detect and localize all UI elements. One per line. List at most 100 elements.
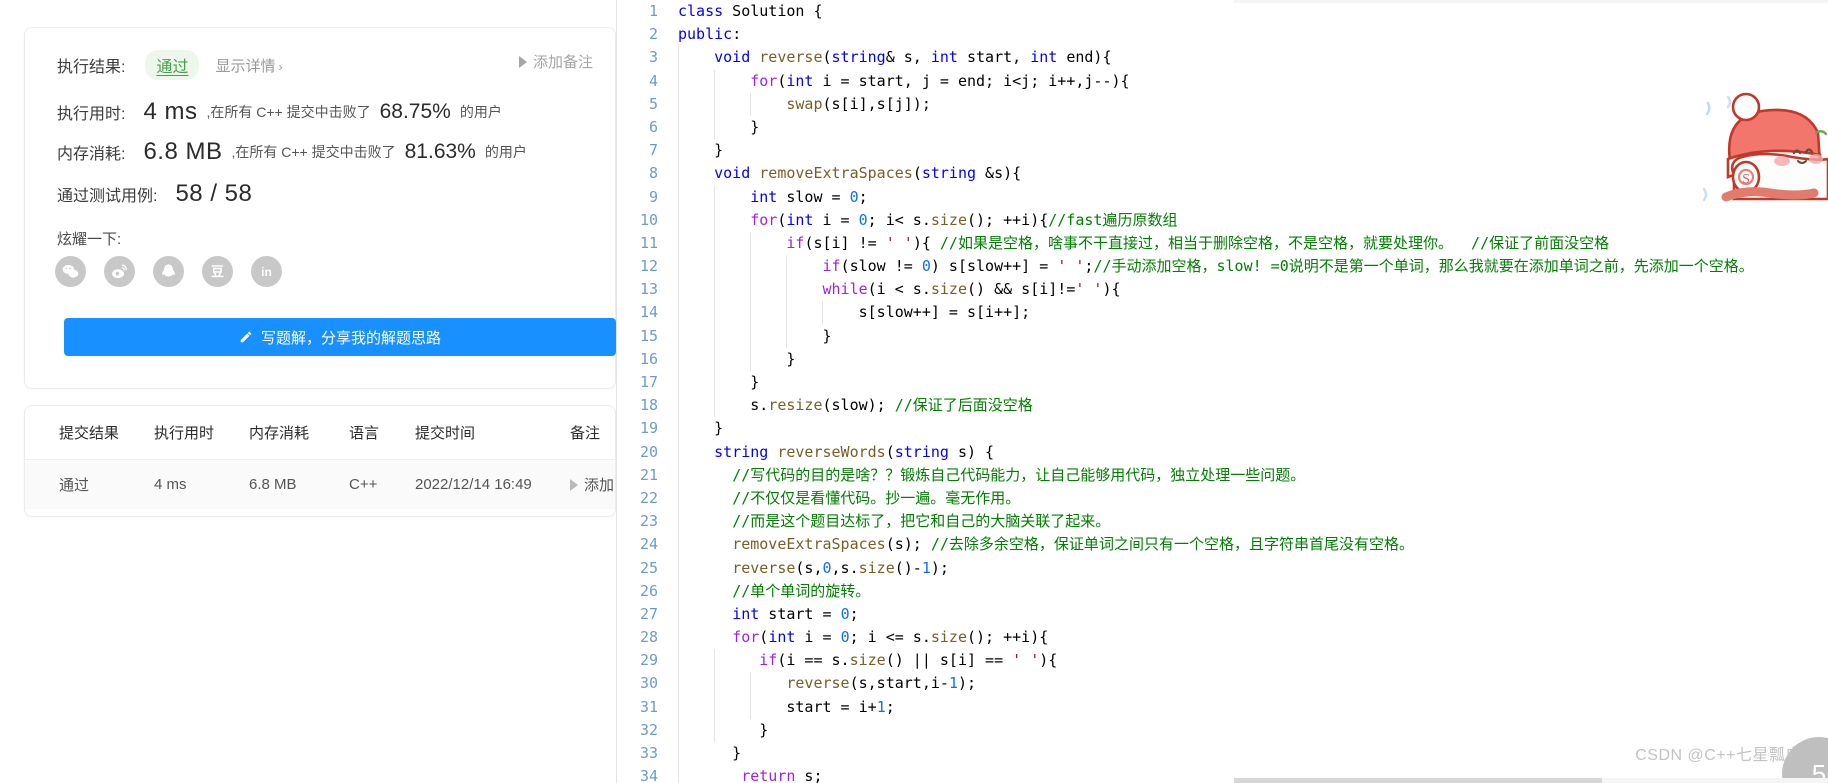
douban-share-icon[interactable]: 豆 [202,256,233,287]
code-line-text[interactable]: swap(s[i],s[j]); [669,92,1828,116]
code-line[interactable]: 28 for(int i = 0; i <= s.size(); ++i){ [617,626,1828,650]
qq-share-icon[interactable] [153,256,184,287]
code-line-text[interactable]: //写代码的目的是啥？？锻炼自己代码能力，让自己能够用代码，独立处理一些问题。 [669,463,1828,487]
cell-language: C++ [349,459,415,509]
code-line[interactable]: 23 //而是这个题目达标了，把它和自己的大脑关联了起来。 [617,510,1828,534]
testcase-value: 58 / 58 [175,180,253,207]
show-detail-label: 显示详情 [215,57,276,75]
cell-note-label: 添加 [584,477,615,494]
testcase-label: 通过测试用例: [57,188,158,205]
code-line-text[interactable]: } [669,139,1828,163]
write-solution-button[interactable]: 写题解，分享我的解题思路 [64,318,616,356]
code-line[interactable]: 16 } [617,347,1828,371]
code-line[interactable]: 19 } [617,417,1828,441]
code-line-text[interactable]: for(int i = 0; i <= s.size(); ++i){ [669,626,1828,650]
code-line-text[interactable]: int slow = 0; [669,185,1828,209]
code-line[interactable]: 17 } [617,371,1828,395]
col-header-time[interactable]: 提交时间 [415,406,570,460]
code-line[interactable]: 26 //单个单词的旋转。 [617,579,1828,603]
show-detail-link[interactable]: 显示详情 › [215,55,282,76]
line-number: 34 [639,767,658,783]
code-line[interactable]: 3 void reverse(string& s, int start, int… [617,46,1828,70]
line-number: 8 [648,164,658,183]
code-line[interactable]: 8 void removeExtraSpaces(string &s){ [617,162,1828,186]
code-line[interactable]: 24 removeExtraSpaces(s); //去除多余空格，保证单词之间… [617,533,1828,557]
code-line[interactable]: 29 if(i == s.size() || s[i] == ' '){ [617,649,1828,673]
runtime-label: 执行用时: [57,106,126,123]
code-line[interactable]: 15 } [617,324,1828,348]
cell-time: 2022/12/14 16:49 [415,459,570,509]
col-header-result[interactable]: 提交结果 [25,406,154,460]
code-line-text[interactable]: for(int i = start, j = end; i<j; i++,j--… [669,69,1828,93]
horizontal-scrollbar-thumb[interactable] [1234,778,1603,783]
code-line-text[interactable]: for(int i = 0; i< s.size(); ++i){//fast遍… [669,208,1828,232]
write-solution-label: 写题解，分享我的解题思路 [260,329,441,347]
code-line-text[interactable]: } [669,417,1828,441]
code-line[interactable]: 32 } [617,718,1828,742]
col-header-note[interactable]: 备注 [570,406,615,460]
code-line-text[interactable]: removeExtraSpaces(s); //去除多余空格，保证单词之间只有一… [669,533,1828,557]
code-line-text[interactable]: if(slow != 0) s[slow++] = ' ';//手动添加空格，s… [669,255,1828,279]
code-line[interactable]: 6 } [617,115,1828,140]
code-line-text[interactable]: while(i < s.size() && s[i]!=' '){ [669,278,1828,302]
code-line-text[interactable]: //不仅仅是看懂代码。抄一遍。毫无作用。 [669,486,1828,511]
code-line-text[interactable]: reverse(s,start,i-1); [669,672,1828,696]
code-line-text[interactable]: void reverse(string& s, int start, int e… [669,46,1828,70]
code-line[interactable]: 30 reverse(s,start,i-1); [617,672,1828,696]
code-line[interactable]: 18 s.resize(slow); //保证了后面没空格 [617,394,1828,418]
code-line[interactable]: 9 int slow = 0; [617,185,1828,209]
code-line[interactable]: 11 if(s[i] != ' '){ //如果是空格，啥事不干直接过，相当于删… [617,231,1828,256]
wechat-share-icon[interactable] [55,256,86,287]
table-row[interactable]: 通过 4 ms 6.8 MB C++ 2022/12/14 16:49 添加 [25,459,615,509]
code-line[interactable]: 4 for(int i = start, j = end; i<j; i++,j… [617,69,1828,93]
col-header-language[interactable]: 语言 [349,406,415,460]
code-line[interactable]: 7 } [617,139,1828,163]
code-line-text[interactable]: if(s[i] != ' '){ //如果是空格，啥事不干直接过，相当于删除空格… [669,231,1828,256]
cell-note[interactable]: 添加 [570,459,615,509]
brag-label: 炫耀一下: [57,231,122,248]
code-line-text[interactable]: } [669,347,1828,371]
code-line[interactable]: 10 for(int i = 0; i< s.size(); ++i){//fa… [617,208,1828,232]
code-line[interactable]: 13 while(i < s.size() && s[i]!=' '){ [617,278,1828,302]
code-line-text[interactable]: //单个单词的旋转。 [669,579,1828,603]
code-lines-container[interactable]: 1 class Solution {2 public: 3 void reverse(… [617,0,1828,783]
code-line[interactable]: 14 s[slow++] = s[i++]; [617,301,1828,325]
cell-result[interactable]: 通过 [25,459,154,509]
code-line-text[interactable]: } [669,324,1828,348]
code-line[interactable]: 1 class Solution { [617,0,1828,23]
code-line-text[interactable]: class Solution { [669,0,1828,23]
code-line-text[interactable]: int start = 0; [669,602,1828,627]
code-line-text[interactable]: //而是这个题目达标了，把它和自己的大脑关联了起来。 [669,510,1828,534]
code-line-text[interactable]: if(i == s.size() || s[i] == ' '){ [669,649,1828,673]
code-line[interactable]: 31 start = i+1; [617,695,1828,719]
code-line[interactable]: 20 string reverseWords(string s) { [617,440,1828,464]
submission-result-panel: 执行结果: 通过 显示详情 › 添加备注 执行用时: 4 ms ,在所有 C++ … [0,0,616,783]
code-line-text[interactable]: start = i+1; [669,695,1828,719]
add-note-button[interactable]: 添加备注 [518,51,593,72]
linkedin-share-icon[interactable]: in [251,256,282,287]
code-line-text[interactable]: } [669,718,1828,742]
code-line[interactable]: 21 //写代码的目的是啥？？锻炼自己代码能力，让自己能够用代码，独立处理一些问… [617,463,1828,487]
weibo-share-icon[interactable] [104,256,135,287]
line-number: 3 [648,48,658,67]
code-line[interactable]: 25 reverse(s,0,s.size()-1); [617,556,1828,580]
code-line[interactable]: 12 if(slow != 0) s[slow++] = ' ';//手动添加空… [617,255,1828,279]
col-header-runtime[interactable]: 执行用时 [154,406,249,460]
code-line-text[interactable]: } [669,115,1828,140]
code-line[interactable]: 5 swap(s[i],s[j]); [617,92,1828,116]
horizontal-scrollbar[interactable] [1234,778,1828,783]
code-line[interactable]: 27 int start = 0; [617,602,1828,627]
code-line-text[interactable]: s[slow++] = s[i++]; [669,301,1828,325]
col-header-memory[interactable]: 内存消耗 [249,406,349,460]
code-line[interactable]: 22 //不仅仅是看懂代码。抄一遍。毫无作用。 [617,486,1828,511]
code-line-text[interactable]: string reverseWords(string s) { [669,440,1828,464]
code-line-text[interactable]: reverse(s,0,s.size()-1); [669,556,1828,580]
code-line-text[interactable]: } [669,371,1828,395]
code-line-text[interactable]: public: [669,23,1828,46]
code-editor-panel[interactable]: 1 class Solution {2 public: 3 void reverse(… [617,0,1828,783]
code-line-text[interactable]: s.resize(slow); //保证了后面没空格 [669,394,1828,418]
code-line[interactable]: 2 public: [617,23,1828,46]
flag-icon [518,55,527,68]
line-number: 21 [639,465,658,484]
code-line-text[interactable]: void removeExtraSpaces(string &s){ [669,162,1828,186]
